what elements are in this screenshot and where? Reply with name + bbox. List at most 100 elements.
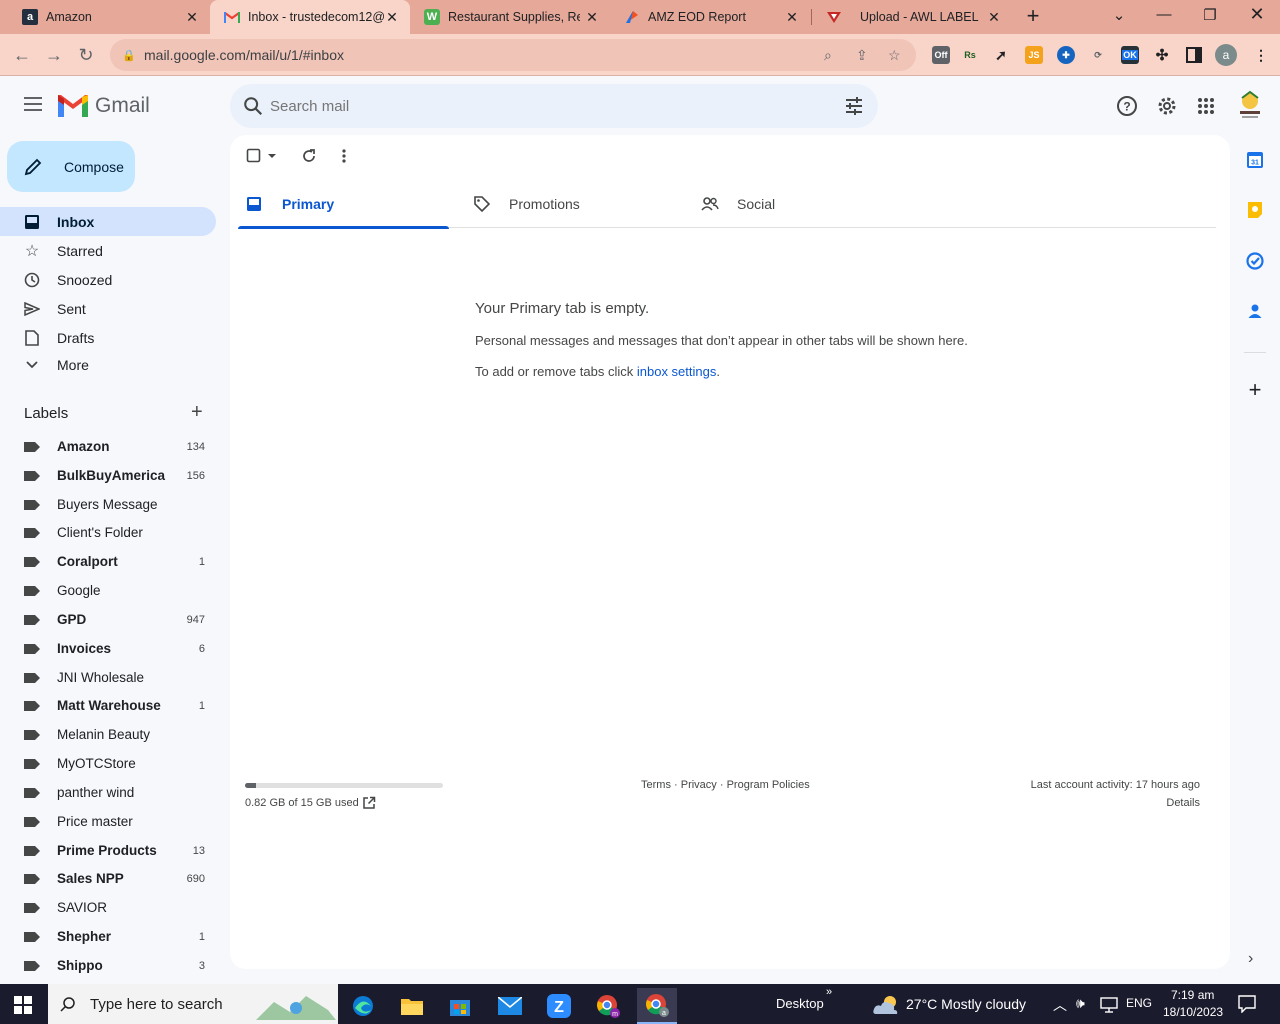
label-item[interactable]: BulkBuyAmerica 156	[0, 461, 216, 490]
volume-icon[interactable]: 🕪	[1076, 995, 1085, 1012]
more-options-icon[interactable]	[341, 148, 347, 169]
bookmark-star-icon[interactable]: ☆	[888, 47, 901, 64]
nav-item-more[interactable]: More	[0, 350, 216, 379]
back-icon[interactable]: ←	[10, 43, 34, 67]
label-item[interactable]: Coralport 1	[0, 547, 216, 576]
search-icon[interactable]	[242, 95, 264, 117]
privacy-link[interactable]: Privacy	[681, 779, 717, 791]
extension-puzzle-alt-icon[interactable]: ⟳	[1089, 46, 1107, 64]
nav-item-snoozed[interactable]: Snoozed	[0, 265, 216, 294]
browser-tab-restaurant[interactable]: W Restaurant Supplies, Rest ✕	[410, 0, 610, 34]
forward-icon[interactable]: →	[42, 43, 66, 67]
label-item[interactable]: Google	[0, 576, 216, 605]
chrome-profile-m-icon[interactable]: m	[588, 988, 628, 1024]
close-window-icon[interactable]: ✕	[1247, 4, 1267, 25]
label-item[interactable]: JNI Wholesale	[0, 663, 216, 692]
settings-gear-icon[interactable]	[1156, 95, 1178, 117]
tab-social[interactable]: Social	[693, 180, 904, 228]
extension-arrow-icon[interactable]: ➚	[992, 46, 1010, 64]
account-logo-icon[interactable]	[1236, 90, 1264, 120]
language-indicator[interactable]: ENG	[1126, 996, 1152, 1010]
contacts-icon[interactable]	[1245, 301, 1265, 321]
reload-icon[interactable]: ↻	[74, 43, 98, 67]
label-item[interactable]: Shippo 3	[0, 951, 216, 980]
clock-time[interactable]: 7:19 am	[1171, 988, 1214, 1002]
chrome-profile-a-icon[interactable]: a	[637, 988, 677, 1024]
windows-start-icon[interactable]	[14, 996, 32, 1014]
search-bar[interactable]	[230, 84, 878, 128]
nav-item-starred[interactable]: ☆ Starred	[0, 236, 216, 265]
label-item[interactable]: Invoices 6	[0, 634, 216, 663]
toolbar-overflow-icon[interactable]: »	[826, 986, 832, 998]
zoom-app-icon[interactable]: Z	[539, 988, 579, 1024]
restore-icon[interactable]: ❐	[1200, 6, 1220, 24]
program-policies-link[interactable]: Program Policies	[727, 779, 810, 791]
select-all-checkbox[interactable]	[246, 148, 278, 169]
label-item[interactable]: panther wind	[0, 778, 216, 807]
refresh-icon[interactable]	[301, 148, 317, 169]
extension-js-icon[interactable]: JS	[1025, 46, 1043, 64]
network-icon[interactable]	[1100, 997, 1118, 1013]
close-tab-icon[interactable]: ✕	[784, 9, 800, 25]
extension-off-icon[interactable]: Off	[932, 46, 950, 64]
zoom-icon[interactable]: ⌕	[824, 47, 832, 64]
profile-avatar[interactable]: a	[1215, 44, 1237, 66]
clock-date[interactable]: 18/10/2023	[1163, 1005, 1223, 1019]
tab-primary[interactable]: Primary	[238, 180, 449, 229]
close-tab-icon[interactable]: ✕	[184, 9, 200, 25]
minimize-icon[interactable]: —	[1154, 6, 1174, 23]
weather-text[interactable]: 27°C Mostly cloudy	[906, 996, 1026, 1012]
close-tab-icon[interactable]: ✕	[384, 9, 400, 25]
help-icon[interactable]: ?	[1116, 95, 1138, 117]
extensions-puzzle-icon[interactable]: ✣	[1153, 46, 1171, 64]
notification-center-icon[interactable]	[1238, 995, 1256, 1013]
nav-item-drafts[interactable]: Drafts	[0, 323, 216, 352]
microsoft-store-icon[interactable]	[440, 988, 480, 1024]
browser-tab-amz-report[interactable]: AMZ EOD Report ✕	[610, 0, 810, 34]
desktop-toolbar-label[interactable]: Desktop	[776, 996, 824, 1011]
taskbar-search-box[interactable]: Type here to search	[48, 984, 338, 1024]
tray-chevron-up-icon[interactable]: ︿	[1053, 995, 1067, 1015]
label-item[interactable]: Amazon 134	[0, 432, 216, 461]
edge-browser-icon[interactable]	[343, 988, 383, 1024]
label-item[interactable]: Prime Products 13	[0, 836, 216, 865]
label-item[interactable]: Buyers Message	[0, 490, 216, 519]
tasks-icon[interactable]	[1245, 251, 1265, 271]
mail-app-icon[interactable]	[490, 988, 530, 1024]
extension-circle-icon[interactable]: ✚	[1057, 46, 1075, 64]
nav-item-sent[interactable]: Sent	[0, 294, 216, 323]
add-label-icon[interactable]: +	[191, 401, 203, 424]
browser-tab-awl-label[interactable]: Upload - AWL LABEL ✕	[812, 0, 1012, 34]
compose-button[interactable]: Compose	[7, 141, 135, 192]
search-input[interactable]	[270, 92, 830, 120]
inbox-settings-link[interactable]: inbox settings	[637, 364, 717, 379]
activity-details-link[interactable]: Details	[1166, 797, 1200, 809]
main-menu-icon[interactable]	[24, 97, 42, 111]
label-item[interactable]: Matt Warehouse 1	[0, 691, 216, 720]
tab-promotions[interactable]: Promotions	[465, 180, 676, 228]
label-item[interactable]: Sales NPP 690	[0, 864, 216, 893]
get-addons-plus-icon[interactable]: +	[1245, 377, 1265, 402]
calendar-icon[interactable]: 31	[1245, 150, 1265, 170]
keep-icon[interactable]	[1245, 200, 1265, 220]
browser-tab-gmail[interactable]: Inbox - trustedecom12@ ✕	[210, 0, 410, 34]
share-icon[interactable]: ⇪	[856, 47, 868, 64]
file-explorer-icon[interactable]	[392, 988, 432, 1024]
label-item[interactable]: GPD 947	[0, 605, 216, 634]
tab-search-chevron-icon[interactable]: ⌄	[1109, 6, 1129, 24]
label-item[interactable]: SAVIOR	[0, 893, 216, 922]
label-item[interactable]: Price master	[0, 807, 216, 836]
hide-side-panel-chevron-icon[interactable]: ›	[1248, 950, 1253, 968]
label-item[interactable]: Melanin Beauty	[0, 720, 216, 749]
label-item[interactable]: Client's Folder	[0, 518, 216, 547]
side-panel-icon[interactable]	[1185, 46, 1203, 64]
apps-grid-icon[interactable]	[1195, 95, 1217, 117]
search-options-icon[interactable]	[844, 96, 864, 116]
close-tab-icon[interactable]: ✕	[584, 9, 600, 25]
open-storage-icon[interactable]	[362, 796, 376, 815]
nav-item-inbox[interactable]: Inbox	[0, 207, 216, 236]
label-item[interactable]: MyOTCStore	[0, 749, 216, 778]
close-tab-icon[interactable]: ✕	[986, 9, 1002, 25]
address-bar[interactable]: 🔒 mail.google.com/mail/u/1/#inbox ⌕ ⇪ ☆	[110, 39, 916, 71]
terms-link[interactable]: Terms	[641, 779, 671, 791]
